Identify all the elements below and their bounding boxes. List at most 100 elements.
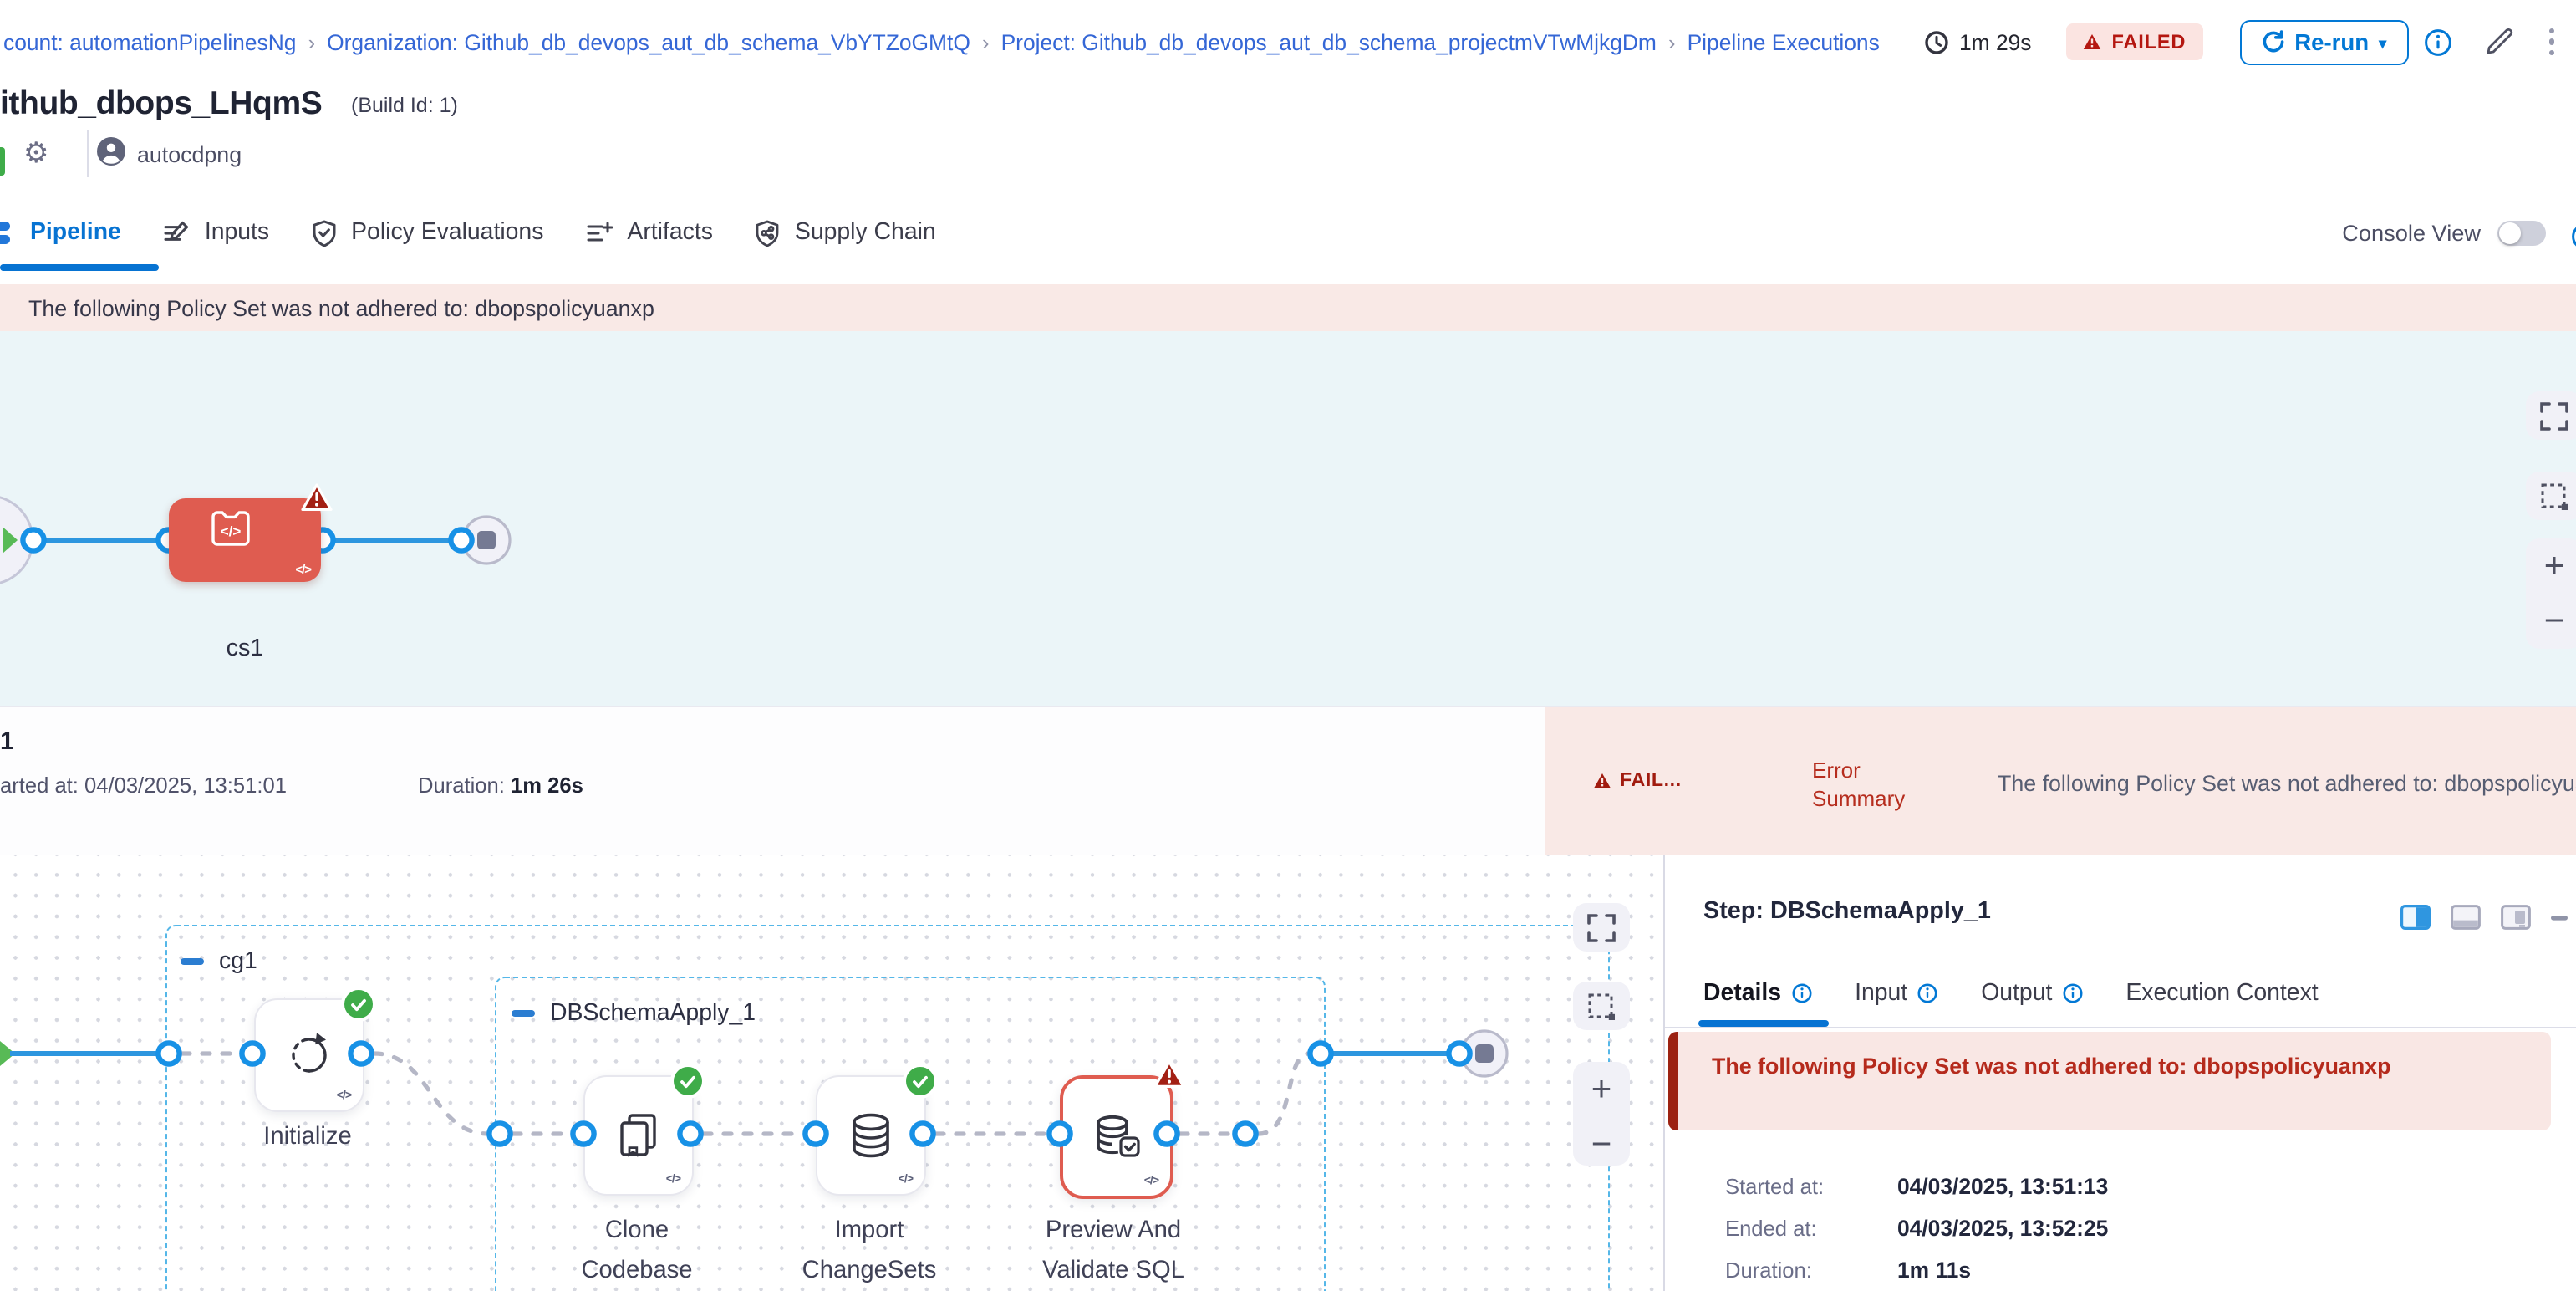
group-cg1-header: cg1	[181, 948, 257, 975]
detail-value: 04/03/2025, 13:52:25	[1897, 1216, 2108, 1241]
database-icon	[844, 1109, 898, 1162]
minimize-panel-icon[interactable]	[2551, 914, 2568, 921]
active-panel-tab-underline	[1698, 1020, 1829, 1026]
stage-node-cs1[interactable]: </> </>	[169, 498, 321, 582]
breadcrumb-pipeline-executions[interactable]: Pipeline Executions	[1688, 29, 1880, 54]
info-icon[interactable]	[2423, 28, 2451, 56]
breadcrumb-account[interactable]: count: automationPipelinesNg	[3, 29, 296, 54]
breadcrumb-separator: ›	[308, 29, 315, 54]
step-label-clone-codebase: Clone Codebase	[550, 1211, 724, 1291]
zoom-in-button[interactable]: +	[1591, 1062, 1612, 1117]
gear-icon[interactable]: ⚙	[23, 139, 49, 167]
failed-warning-badge	[301, 483, 333, 512]
panel-tab-input-label: Input	[1855, 980, 1907, 1007]
info-icon[interactable]	[1791, 983, 1811, 1003]
marquee-select-button[interactable]	[2526, 472, 2576, 520]
trigger-user: autocdpng	[137, 142, 242, 167]
code-glyph: </>	[337, 1090, 351, 1102]
edit-pencil-icon[interactable]	[2483, 27, 2513, 57]
panel-tab-execution-context[interactable]: Execution Context	[2125, 980, 2318, 1007]
elapsed-value: 1m 29s	[1959, 29, 2032, 54]
expand-graph-button[interactable]	[1573, 903, 1630, 952]
breadcrumb: count: automationPipelinesNg › Organizat…	[3, 0, 1880, 84]
more-options-kebab-icon[interactable]	[2548, 28, 2554, 55]
canvas-zoom-controls: + −	[2526, 538, 2576, 649]
clone-codebase-icon	[613, 1110, 664, 1161]
tab-inputs[interactable]: Inputs	[163, 218, 269, 247]
layout-split-bottom-icon[interactable]	[2451, 905, 2481, 930]
collapse-minus-icon[interactable]	[181, 958, 204, 964]
stage-graph-canvas[interactable]: </> </> cs1 + −	[0, 331, 2576, 706]
detail-row-duration: Duration: 1m 11s	[1725, 1258, 1971, 1283]
tab-artifacts[interactable]: Artifacts	[585, 218, 713, 247]
avatar	[97, 137, 125, 166]
panel-tab-details[interactable]: Details	[1703, 980, 1811, 1007]
pipeline-icon	[0, 218, 17, 247]
detail-value: 1m 11s	[1897, 1258, 1971, 1283]
status-badge: FAILED	[2067, 23, 2203, 60]
stage-fail-tag: FAIL...	[1593, 769, 1682, 791]
tab-pipeline-label: Pipeline	[30, 219, 121, 246]
panel-tabs: Details Input Output	[1703, 980, 2319, 1007]
expand-canvas-button[interactable]	[2526, 391, 2576, 440]
start-play-icon	[3, 527, 18, 554]
build-id: (Build Id: 1)	[351, 94, 458, 117]
list-plus-icon	[585, 218, 613, 247]
active-tab-underline	[0, 264, 159, 270]
tab-artifacts-label: Artifacts	[627, 219, 713, 246]
error-summary-label: Error Summary	[1812, 756, 1952, 813]
step-node-clone-codebase[interactable]: </>	[583, 1075, 694, 1196]
console-view-toggle[interactable]	[2497, 221, 2546, 246]
end-node	[463, 517, 510, 564]
marquee-select-button[interactable]	[1573, 982, 1630, 1030]
detail-label: Ended at:	[1725, 1216, 1897, 1241]
breadcrumb-project[interactable]: Project: Github_db_devops_aut_db_schema_…	[1001, 29, 1657, 54]
step-node-initialize[interactable]: </>	[254, 998, 364, 1112]
step-panel-title: Step: DBSchemaApply_1	[1703, 898, 1991, 925]
panel-tab-output[interactable]: Output	[1981, 980, 2082, 1007]
elapsed-time: 1m 29s	[1924, 29, 2032, 54]
stage-node-label: cs1	[169, 635, 321, 662]
stage-duration-value: 1m 26s	[511, 773, 583, 798]
zoom-out-button[interactable]: −	[1591, 1117, 1612, 1172]
info-icon[interactable]	[2062, 983, 2082, 1003]
info-icon[interactable]	[1917, 983, 1937, 1003]
execution-tab-bar: Pipeline Inputs Policy Evaluations Artif…	[0, 187, 2576, 284]
layout-floating-icon[interactable]	[2501, 905, 2531, 930]
zoom-out-button[interactable]: −	[2544, 594, 2565, 649]
step-node-import-changesets[interactable]: </>	[816, 1075, 926, 1196]
step-node-preview-validate-sql[interactable]: </>	[1060, 1075, 1173, 1199]
pipeline-title: ithub_dbops_LHqmS	[0, 85, 322, 124]
tab-policy-evaluations[interactable]: Policy Evaluations	[311, 218, 543, 247]
tab-pipeline[interactable]: Pipeline	[0, 218, 121, 247]
warning-triangle-icon	[2084, 33, 2102, 50]
panel-error-text: The following Policy Set was not adhered…	[1712, 1054, 2551, 1079]
policy-warning-text: The following Policy Set was not adhered…	[28, 295, 654, 320]
tab-supply-chain-label: Supply Chain	[795, 219, 936, 246]
rerun-button[interactable]: Re-run ▾	[2239, 19, 2408, 64]
console-view-label: Console View	[2342, 221, 2481, 246]
success-check-badge	[341, 987, 376, 1022]
stage-duration: Duration: 1m 26s	[418, 773, 583, 798]
panel-tab-input[interactable]: Input	[1855, 980, 1937, 1007]
group-dbschema-label: DBSchemaApply_1	[550, 1000, 756, 1027]
step-label-preview-validate-sql: Preview And Validate SQL	[1026, 1211, 1200, 1291]
breadcrumb-organization[interactable]: Organization: Github_db_devops_aut_db_sc…	[327, 29, 970, 54]
graph-controls	[1573, 903, 1630, 952]
group-dbschema-header: DBSchemaApply_1	[512, 1000, 756, 1027]
console-view-info-icon[interactable]	[2571, 222, 2576, 251]
title-bar: ithub_dbops_LHqmS (Build Id: 1) ⚙ autocd…	[0, 84, 2576, 187]
code-glyph: </>	[295, 562, 311, 577]
success-check-badge	[903, 1064, 938, 1099]
collapse-minus-icon[interactable]	[512, 1010, 535, 1016]
layout-split-right-icon[interactable]	[2400, 905, 2431, 930]
shield-check-icon	[311, 218, 338, 247]
zoom-in-button[interactable]: +	[2544, 538, 2565, 594]
stage-started-at: arted at: 04/03/2025, 13:51:01	[0, 773, 287, 798]
lower-split-view: cg1 DBSchemaApply_1	[0, 855, 2576, 1291]
tab-supply-chain[interactable]: Supply Chain	[755, 218, 936, 247]
refresh-icon	[2261, 30, 2284, 54]
execution-graph[interactable]: cg1 DBSchemaApply_1	[0, 855, 1663, 1291]
stage-graph-wires	[0, 331, 2576, 706]
breadcrumb-separator: ›	[982, 29, 990, 54]
